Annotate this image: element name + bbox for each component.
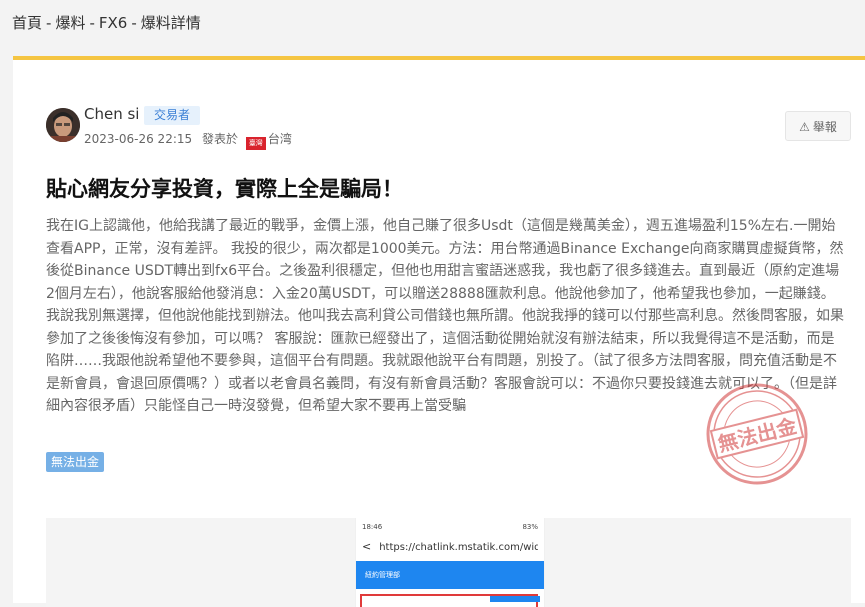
phone-battery: 83% (522, 523, 538, 531)
post-meta: 2023-06-26 22:15 發表於 臺灣 台湾 (84, 131, 292, 150)
warning-triangle-icon: ⚠ (799, 120, 810, 134)
breadcrumb-separator: - (131, 14, 137, 32)
posted-in-label: 發表於 (201, 132, 238, 146)
chevron-left-icon: < (362, 540, 372, 553)
post-title: 貼心網友分享投資，實際上全是騙局！ (46, 177, 403, 201)
taiwan-flag-icon: 臺灣 (245, 137, 266, 150)
phone-header: 紐約管理部 (356, 561, 544, 589)
phone-url: https://chatlink.mstatik.com/widg... (379, 542, 538, 553)
breadcrumb-home[interactable]: 首頁 (12, 14, 42, 32)
phone-url-bar: < https://chatlink.mstatik.com/widg... (362, 538, 538, 556)
phone-status-bar: 18:46 83% (362, 521, 538, 533)
phone-screenshot: 18:46 83% < https://chatlink.mstatik.com/… (356, 518, 544, 607)
breadcrumb-exposure[interactable]: 爆料 (55, 14, 85, 32)
breadcrumb-separator: - (89, 14, 95, 32)
phone-inner-bar (490, 596, 540, 602)
phone-header-text: 紐約管理部 (365, 571, 400, 579)
breadcrumb-broker[interactable]: FX6 (99, 14, 127, 32)
breadcrumb-current: 爆料詳情 (140, 14, 201, 32)
breadcrumb: 首頁 - 爆料 - FX6- 爆料詳情 (12, 12, 201, 34)
avatar[interactable] (46, 108, 80, 142)
post-card: Chen si 交易者 2023-06-26 22:15 發表於 臺灣 台湾 ⚠ 舉… (13, 56, 865, 607)
post-datetime: 2023-06-26 22:15 (84, 132, 193, 146)
tag-cannot-withdraw[interactable]: 無法出金 (46, 452, 105, 472)
report-label: 舉報 (812, 120, 837, 134)
author-name[interactable]: Chen si (84, 104, 139, 124)
post-region: 台湾 (267, 132, 292, 146)
attached-image[interactable]: 18:46 83% < https://chatlink.mstatik.com/… (46, 518, 851, 607)
breadcrumb-separator: - (46, 14, 52, 32)
report-button[interactable]: ⚠ 舉報 (785, 111, 851, 141)
role-badge: 交易者 (144, 106, 201, 125)
phone-time: 18:46 (362, 523, 383, 531)
